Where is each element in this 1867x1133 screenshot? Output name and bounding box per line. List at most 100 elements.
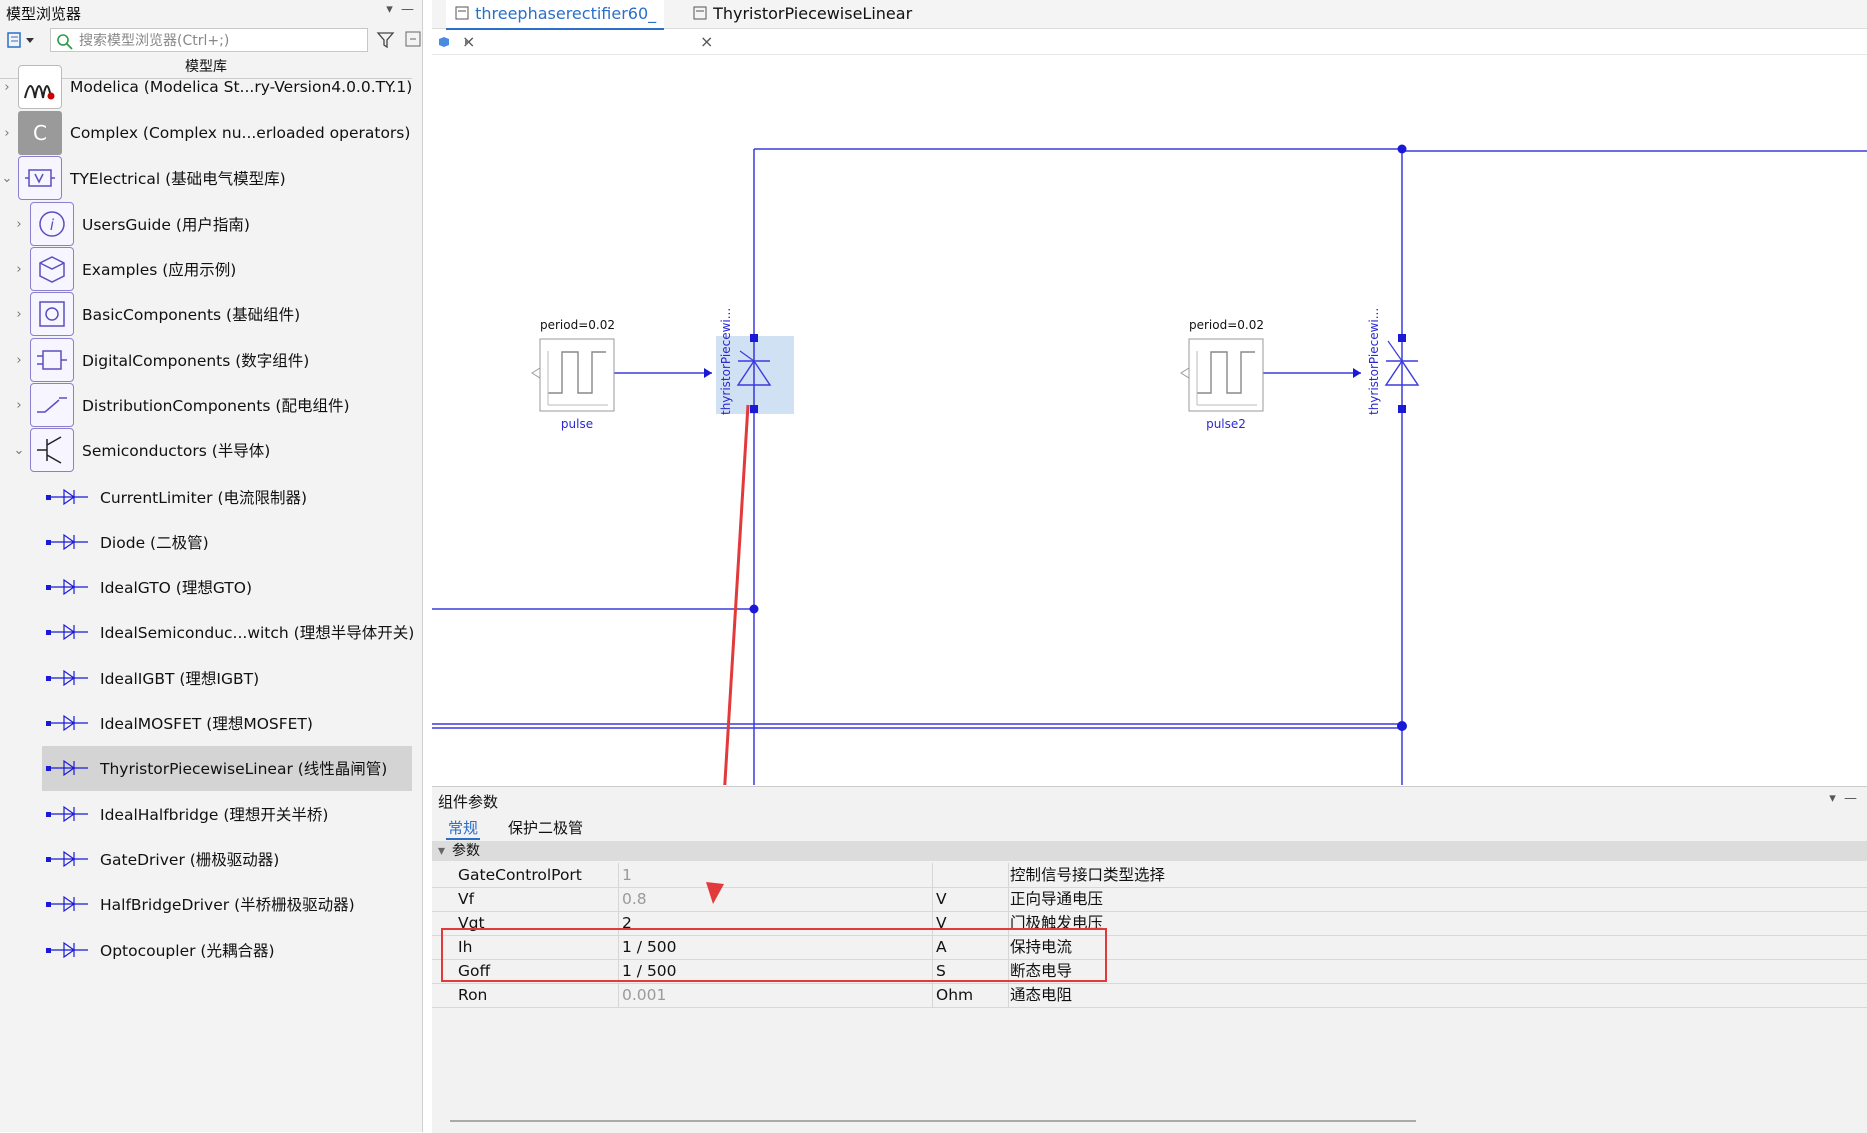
browser-scrollbar[interactable] (422, 80, 423, 640)
tree-leaf-label: IdealSemiconduc...witch (理想半导体开关) (100, 624, 415, 643)
breadcrumb (432, 30, 1867, 55)
current-limiter-icon (42, 477, 94, 517)
tree-leaf-label: Diode (二极管) (100, 533, 209, 552)
chevron-right-icon[interactable]: › (12, 353, 26, 368)
param-unit: V (936, 890, 947, 908)
tree-item-label: Examples (应用示例) (82, 261, 237, 279)
param-row-vf[interactable]: Vf 0.8 V 正向导通电压 (432, 887, 1867, 912)
tree-item-label: Complex (Complex nu...erloaded operators… (70, 124, 411, 142)
thyristor-component-selected[interactable]: thyristorPiecewi... (716, 308, 794, 415)
tree-leaf-idealsemiconduc...witch[interactable]: IdealSemiconduc...witch (理想半导体开关) (42, 610, 414, 655)
modelica-logo-icon (18, 65, 62, 109)
params-group-label: 参数 (452, 843, 480, 859)
halfbridge-icon (42, 794, 94, 834)
param-row-ron[interactable]: Ron 0.001 Ohm 通态电阻 (432, 983, 1867, 1008)
param-description: 控制信号接口类型选择 (1010, 866, 1166, 884)
chevron-down-icon[interactable]: ⌄ (0, 171, 14, 186)
search-input[interactable]: 搜索模型浏览器(Ctrl+;) (50, 28, 368, 52)
info-icon: i (30, 202, 74, 246)
editor-tab-bar: threephaserectifier60_ × ThyristorPiecew… (432, 0, 1867, 51)
junction-dot (1397, 144, 1407, 154)
chevron-right-icon[interactable]: › (0, 80, 14, 95)
tree-leaf-label: GateDriver (栅极驱动器) (100, 850, 280, 869)
gate-driver-icon (42, 839, 94, 879)
tree-leaf-label: HalfBridgeDriver (半桥栅极驱动器) (100, 896, 355, 915)
thyristor2-name-label: thyristorPiecewi... (1367, 308, 1381, 415)
tree-leaf-idealgto[interactable]: IdealGTO (理想GTO) (42, 565, 252, 610)
chevron-down-icon[interactable]: ▾ (438, 841, 445, 861)
diode-icon (42, 522, 94, 562)
tree-item-label: BasicComponents (基础组件) (82, 306, 301, 324)
tree-leaf-label: IdealIGBT (理想IGBT) (100, 669, 260, 688)
tree-leaf-optocoupler[interactable]: Optocoupler (光耦合器) (42, 927, 275, 972)
highlight-box (441, 928, 1107, 982)
tree-leaf-gatedriver[interactable]: GateDriver (栅极驱动器) (42, 836, 279, 881)
tyelectrical-icon (18, 156, 62, 200)
panel-controls[interactable]: ▾ — (386, 2, 414, 17)
tree-item-semiconductors[interactable]: ⌄ Semiconductors (半导体) (12, 423, 270, 477)
search-icon (56, 33, 74, 55)
horizontal-scrollbar[interactable] (450, 1120, 1416, 1122)
model-file-icon (693, 6, 707, 20)
tree-leaf-label: Optocoupler (光耦合器) (100, 941, 275, 960)
chevron-right-icon[interactable]: › (0, 126, 14, 141)
thyristor2-component[interactable]: thyristorPiecewi... (1367, 308, 1420, 415)
tab-label: ThyristorPiecewiseLinear (713, 4, 913, 23)
junction-dot (749, 604, 759, 614)
transistor-icon (30, 428, 74, 472)
chevron-right-icon[interactable]: › (12, 217, 26, 232)
thyristor-icon (42, 748, 94, 788)
semiconductor-switch-icon (42, 612, 94, 652)
tree-item-label: UsersGuide (用户指南) (82, 216, 250, 234)
tree-leaf-thyristorpiecewiselinear[interactable]: ThyristorPiecewiseLinear (线性晶闸管) (42, 745, 412, 791)
tree-leaf-halfbridgedriver[interactable]: HalfBridgeDriver (半桥栅极驱动器) (42, 882, 355, 927)
tree-leaf-currentlimiter[interactable]: CurrentLimiter (电流限制器) (42, 474, 307, 519)
annotation-arrowhead (706, 882, 724, 904)
chevron-right-icon[interactable]: › (12, 398, 26, 413)
param-unit: Ohm (936, 986, 974, 1004)
breadcrumb-icons[interactable] (432, 30, 472, 54)
param-value[interactable]: 1 (622, 863, 632, 887)
tree-leaf-diode[interactable]: Diode (二极管) (42, 519, 209, 564)
search-row: 搜索模型浏览器(Ctrl+;) (0, 26, 422, 56)
collapse-all-icon[interactable] (404, 30, 422, 52)
tab-protection-diode[interactable]: 保护二极管 (508, 817, 583, 838)
panel-controls[interactable]: ▾ — (1829, 791, 1857, 806)
tree-leaf-idealigbt[interactable]: IdealIGBT (理想IGBT) (42, 655, 259, 700)
model-browser-title: 模型浏览器 (6, 5, 82, 23)
params-panel-title: 组件参数 (438, 793, 499, 811)
param-value[interactable]: 0.001 (622, 983, 666, 1007)
gto-icon (42, 567, 94, 607)
tab-threephaserectifier60[interactable]: threephaserectifier60_ × (446, 0, 664, 51)
igbt-icon (42, 658, 94, 698)
mosfet-icon (42, 703, 94, 743)
tree-leaf-label: IdealMOSFET (理想MOSFET) (100, 715, 313, 733)
pulse-param-label: period=0.02 (540, 318, 615, 332)
pulse-name-label: pulse (561, 417, 593, 431)
param-value[interactable]: 0.8 (622, 887, 647, 911)
param-row-gatecontrolport[interactable]: GateControlPort 1 控制信号接口类型选择 (432, 863, 1867, 888)
view-mode-icon[interactable] (6, 30, 40, 50)
tree-leaf-label: CurrentLimiter (电流限制器) (100, 488, 308, 507)
tree-leaf-label: IdealGTO (理想GTO) (100, 579, 253, 598)
svg-text:i: i (50, 216, 55, 234)
circle-square-icon (30, 292, 74, 336)
chevron-right-icon[interactable]: › (12, 307, 26, 322)
tree-item-label: Semiconductors (半导体) (82, 442, 271, 460)
tab-thyristorpiecewiselinear[interactable]: ThyristorPiecewiseLinear × (684, 0, 922, 51)
params-group-header[interactable]: ▾ 参数 (432, 841, 1867, 861)
filter-icon[interactable] (376, 30, 396, 54)
tab-general[interactable]: 常规 (446, 817, 481, 840)
tree-item-label: TYElectrical (基础电气模型库) (70, 170, 286, 188)
tab-label: threephaserectifier60_ (475, 4, 657, 23)
tree-leaf-label: IdealHalfbridge (理想开关半桥) (100, 805, 329, 824)
tree-leaf-idealmosfet[interactable]: IdealMOSFET (理想MOSFET) (42, 701, 313, 746)
param-name: GateControlPort (458, 866, 582, 884)
pulse2-block[interactable]: period=0.02 pulse2 (1180, 318, 1361, 431)
tree-leaf-idealhalfbridge[interactable]: IdealHalfbridge (理想开关半桥) (42, 791, 328, 836)
param-name: Ron (458, 986, 488, 1004)
chevron-down-icon[interactable]: ⌄ (12, 443, 26, 458)
diagram-canvas[interactable]: period=0.02 pulse thyristorPiecewi... pe… (432, 55, 1867, 946)
pulse-block[interactable]: period=0.02 pulse (531, 318, 712, 431)
chevron-right-icon[interactable]: › (12, 262, 26, 277)
